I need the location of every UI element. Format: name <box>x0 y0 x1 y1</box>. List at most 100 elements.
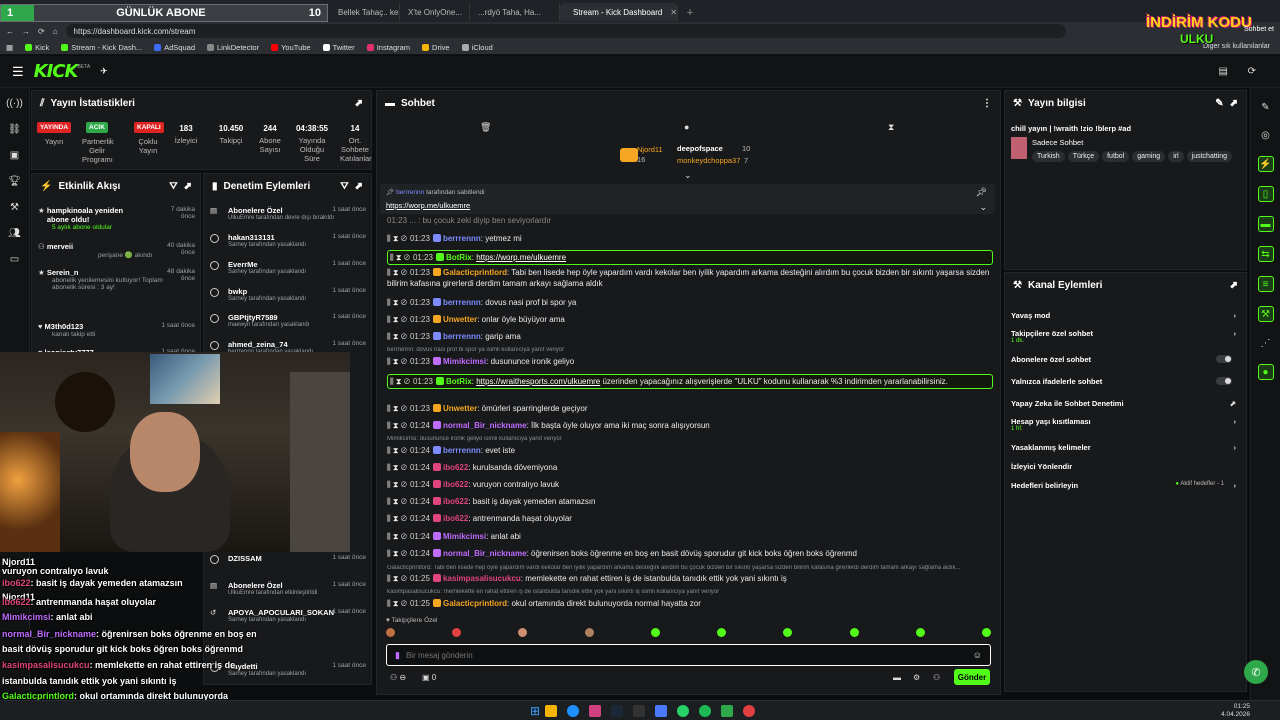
pin-icon[interactable]: ⫼ <box>387 315 391 324</box>
message-link[interactable]: https://worp.me/ulkuemre <box>476 253 566 262</box>
edit-icon[interactable]: ✎ <box>1215 98 1223 109</box>
message-username[interactable]: Galacticprintlord <box>443 268 507 277</box>
ban-icon[interactable]: ⊘ <box>401 234 407 243</box>
ban-icon[interactable]: ⊘ <box>404 377 410 386</box>
chat-users-icon[interactable]: ⚇ ⊖ <box>390 673 406 682</box>
new-tab-button[interactable]: ＋ <box>678 3 702 21</box>
hourglass-icon[interactable]: ⧗ <box>393 480 399 489</box>
wrench-icon[interactable]: ⚒ <box>8 200 22 214</box>
browser-tab[interactable]: X'te OnlyOne... <box>400 3 470 21</box>
layout-icon[interactable]: ▤ <box>1219 66 1228 77</box>
emote-icon[interactable] <box>783 628 793 637</box>
ban-icon[interactable]: ⊘ <box>401 497 407 506</box>
unpin-icon[interactable]: 📌︎ <box>976 187 987 198</box>
pin-icon[interactable]: ⫼ <box>387 514 391 523</box>
target-icon[interactable]: ◎ <box>1259 128 1273 142</box>
popout-icon[interactable]: ⬈ <box>355 181 363 192</box>
browser-tab[interactable]: Bellek Tahaç.. kendi... <box>330 3 400 21</box>
pin-icon[interactable]: ⫼ <box>387 234 391 243</box>
pin-icon[interactable]: ⫼ <box>387 298 391 307</box>
users-icon[interactable]: ⚇ <box>933 673 940 682</box>
pin-icon[interactable]: ⫼ <box>387 332 391 341</box>
emote-only-toggle[interactable] <box>1216 377 1232 385</box>
browser-tab-active[interactable]: Stream - Kick Dashboard ✕ <box>560 3 678 21</box>
emote-icon[interactable] <box>650 628 660 637</box>
expand-icon[interactable]: ⌄ <box>684 170 692 181</box>
hourglass-icon[interactable]: ⧗ <box>393 421 399 430</box>
wallet-icon[interactable]: ▭ <box>8 252 22 266</box>
hourglass-icon[interactable]: ⧗ <box>393 446 399 455</box>
edge-icon[interactable] <box>567 704 580 717</box>
hourglass-icon[interactable]: ⧗ <box>393 315 399 324</box>
content-icon[interactable]: ▣ <box>8 148 22 162</box>
message-username[interactable]: ibo622 <box>443 514 468 523</box>
windows-start-icon[interactable]: ⊞ <box>530 704 540 718</box>
hourglass-icon[interactable]: ⧗ <box>393 514 399 523</box>
account-age-setting[interactable]: Hesap yaşı kısıtlaması 1 hf. › <box>1011 417 1236 432</box>
ban-icon[interactable]: ⊘ <box>401 404 407 413</box>
bookmark-drive[interactable]: Drive <box>422 43 450 52</box>
bookmark-linkdetector[interactable]: LinkDetector <box>207 43 259 52</box>
ban-icon[interactable]: ⊘ <box>401 480 407 489</box>
link-icon[interactable]: ⛓ <box>8 122 22 136</box>
pin-icon[interactable]: ⫼ <box>390 253 394 262</box>
goals-setting[interactable]: Hedefleri belirleyin ● Aktif hedefler - 1… <box>1011 481 1236 490</box>
message-username[interactable]: ibo622 <box>443 497 468 506</box>
message-username[interactable]: normal_Bir_nickname <box>443 549 527 558</box>
hourglass-icon[interactable]: ⧗ <box>393 549 399 558</box>
hourglass-icon[interactable]: ⧗ <box>393 404 399 413</box>
popout-icon[interactable]: ⬈ <box>184 181 192 192</box>
ban-icon[interactable]: ⊘ <box>401 574 407 583</box>
emote-icon[interactable] <box>981 628 991 637</box>
pin-icon[interactable]: ⫼ <box>387 599 391 608</box>
message-link[interactable]: https://wraithesports.com/ulkuemre <box>476 377 600 386</box>
message-username[interactable]: BotRix <box>446 253 472 262</box>
mic-icon[interactable]: ▮ <box>395 650 400 661</box>
emote-picker-icon[interactable]: ☺ <box>973 650 982 660</box>
chat-with-button[interactable]: Sohbet et <box>1244 26 1274 33</box>
lightning-icon[interactable]: ⚡ <box>1257 156 1274 172</box>
emote-icon[interactable] <box>518 628 528 637</box>
message-username[interactable]: berrrennn <box>443 234 481 243</box>
emote-icon[interactable] <box>849 628 859 637</box>
pin-icon[interactable]: ⫼ <box>387 404 391 413</box>
pin-icon[interactable]: ⫼ <box>387 268 391 277</box>
message-username[interactable]: normal_Bir_nickname <box>443 421 527 430</box>
bookmark-twitter[interactable]: Twitter <box>322 43 355 52</box>
pin-icon[interactable]: ⫼ <box>387 480 391 489</box>
hourglass-icon[interactable]: ⧗ <box>396 253 402 262</box>
hourglass-icon[interactable]: ⧗ <box>393 298 399 307</box>
followers-only-setting[interactable]: Takipçilere özel sohbet 1 dk. › <box>1011 329 1236 344</box>
chat-bubble-icon[interactable]: ● <box>684 122 689 132</box>
filter-icon[interactable]: ⛛ <box>169 181 177 192</box>
chat-message-field[interactable] <box>405 650 926 660</box>
ban-icon[interactable]: ⊘ <box>401 532 407 541</box>
stream-icon[interactable]: ((·)) <box>6 96 23 110</box>
spotify-icon[interactable] <box>699 704 712 717</box>
pin-icon[interactable]: ⫼ <box>390 377 394 386</box>
ai-moderation-setting[interactable]: Yapay Zeka ile Sohbet Denetimi ⬈ <box>1011 399 1236 408</box>
ban-icon[interactable]: ⊘ <box>401 268 407 277</box>
bookmark-youtube[interactable]: YouTube <box>271 43 311 52</box>
phone-icon[interactable]: ▯ <box>1257 186 1274 202</box>
hourglass-icon[interactable]: ⧗ <box>393 234 399 243</box>
chevron-down-icon[interactable]: ⌄ <box>979 202 987 213</box>
slow-mode-setting[interactable]: Yavaş mod › <box>1011 311 1236 320</box>
app-icon[interactable] <box>655 704 668 717</box>
bookmark-icloud[interactable]: iCloud <box>461 43 493 52</box>
pin-icon[interactable]: ⫼ <box>387 549 391 558</box>
popout-icon[interactable]: ⬈ <box>1230 280 1238 291</box>
ban-icon[interactable]: ⊘ <box>401 315 407 324</box>
url-input[interactable]: https://dashboard.kick.com/stream <box>65 24 1066 38</box>
pin-icon[interactable]: ⫼ <box>387 357 391 366</box>
hourglass-icon[interactable]: ⧗ <box>393 574 399 583</box>
message-username[interactable]: ibo622 <box>443 463 468 472</box>
subscribers-only-toggle[interactable] <box>1216 355 1232 363</box>
refresh-icon[interactable]: ⟳ <box>1248 66 1256 77</box>
reload-icon[interactable]: ⟳ <box>38 27 45 36</box>
message-username[interactable]: BotRix <box>446 377 472 386</box>
arrows-icon[interactable]: ⇆ <box>1257 246 1274 262</box>
person-icon[interactable]: ● <box>1257 364 1274 380</box>
message-username[interactable]: berrrennn <box>443 332 481 341</box>
terminal-icon[interactable] <box>633 704 646 717</box>
